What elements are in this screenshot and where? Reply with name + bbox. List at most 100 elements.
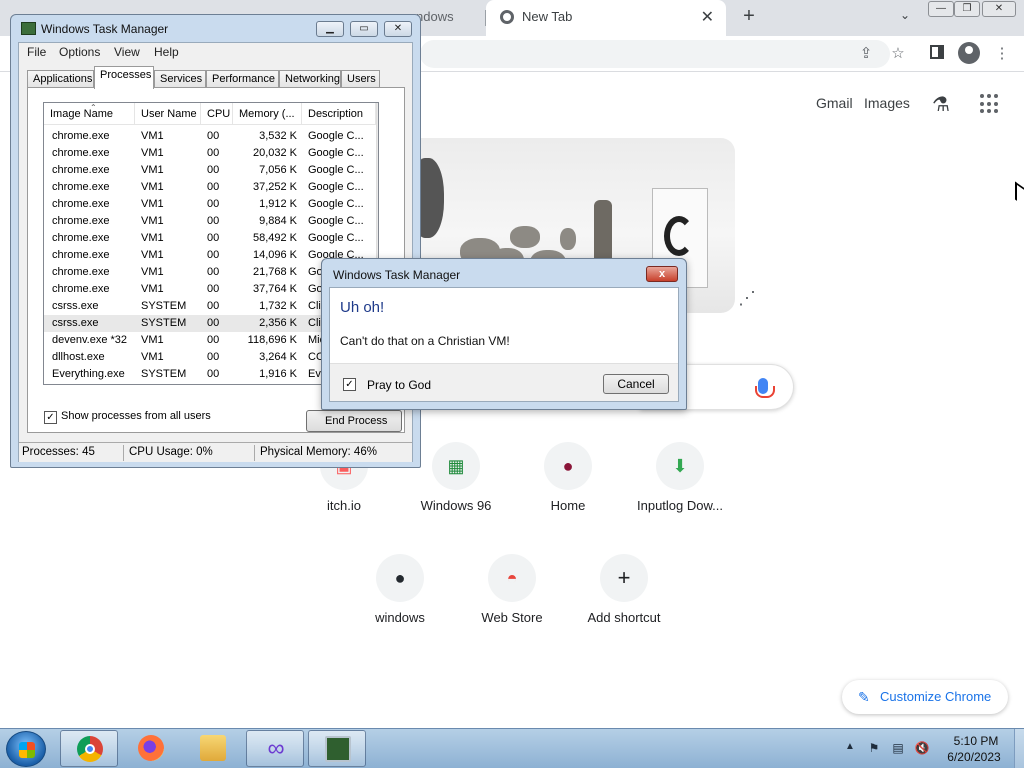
dialog-title: Windows Task Manager: [333, 268, 461, 282]
new-tab-button[interactable]: +: [738, 5, 760, 29]
network-icon[interactable]: ▤: [890, 741, 906, 756]
pray-to-god-label[interactable]: Pray to God: [367, 378, 431, 392]
dialog-content: Uh oh! Can't do that on a Christian VM! …: [329, 287, 679, 402]
tab-processes[interactable]: Processes: [94, 66, 154, 89]
tab-new-tab[interactable]: New Tab ✕: [486, 0, 726, 36]
cancel-button[interactable]: Cancel: [603, 374, 669, 394]
close-button[interactable]: ✕: [384, 21, 412, 37]
taskbar-task-manager[interactable]: [308, 730, 366, 767]
clock-date[interactable]: 6/20/2023: [940, 750, 1008, 764]
process-mem-cell: 2,356 K: [259, 317, 297, 329]
process-user-cell: SYSTEM: [141, 317, 187, 329]
process-desc-cell: Google C...: [308, 232, 364, 244]
clock-time[interactable]: 5:10 PM: [946, 734, 1006, 748]
restore-button[interactable]: ❐: [954, 1, 980, 17]
process-row[interactable]: csrss.exe SYSTEM 00 2,356 K Clie: [44, 315, 368, 332]
process-row[interactable]: chrome.exe VM1 00 3,532 K Google C...: [44, 128, 368, 145]
tab-services[interactable]: Services: [154, 70, 206, 88]
google-apps-icon[interactable]: [980, 94, 1000, 114]
minimize-button[interactable]: —: [928, 1, 954, 17]
process-mem-cell: 1,916 K: [259, 368, 297, 380]
menu-view[interactable]: View: [114, 45, 140, 59]
column-memory[interactable]: Memory (...: [233, 103, 302, 125]
column-user-name[interactable]: User Name: [135, 103, 201, 125]
process-name-cell: Everything.exe: [52, 368, 125, 380]
tab-search-button[interactable]: ⌄: [896, 8, 914, 26]
side-panel-icon[interactable]: [930, 45, 944, 59]
dialog-heading: Uh oh!: [340, 299, 385, 316]
column-cpu[interactable]: CPU: [201, 103, 233, 125]
process-row[interactable]: chrome.exe VM1 00 9,884 K Google C...: [44, 213, 368, 230]
doodle-share-icon[interactable]: ⋰: [738, 288, 756, 309]
process-row[interactable]: chrome.exe VM1 00 7,056 K Google C...: [44, 162, 368, 179]
end-process-button[interactable]: End Process: [306, 410, 402, 432]
taskbar-firefox[interactable]: [122, 730, 180, 767]
voice-search-icon[interactable]: [755, 378, 775, 398]
volume-muted-icon[interactable]: 🔇: [914, 741, 930, 756]
tab-close-icon[interactable]: ✕: [701, 7, 714, 27]
process-cpu-cell: 00: [207, 147, 220, 159]
shortcut-inputlog[interactable]: ⬇ Inputlog Dow...: [624, 442, 736, 554]
dialog-close-button[interactable]: x: [646, 266, 678, 282]
tab-users[interactable]: Users: [341, 70, 380, 88]
gmail-link[interactable]: Gmail: [816, 95, 853, 111]
process-row[interactable]: Everything.exe SYSTEM 00 1,916 K Eve: [44, 366, 368, 383]
status-divider: [123, 445, 124, 461]
action-center-flag-icon[interactable]: ⚑: [866, 741, 882, 756]
process-cpu-cell: 00: [207, 351, 220, 363]
error-dialog: Windows Task Manager x Uh oh! Can't do t…: [321, 258, 687, 410]
menu-help[interactable]: Help: [154, 45, 179, 59]
images-link[interactable]: Images: [864, 95, 910, 111]
process-row[interactable]: csrss.exe SYSTEM 00 1,732 K Clie: [44, 298, 368, 315]
shortcut-web-store[interactable]: ◓ Web Store: [456, 554, 568, 666]
chrome-menu-icon[interactable]: ⋮: [992, 44, 1012, 64]
profile-avatar-icon[interactable]: [958, 42, 980, 64]
shortcut-windows[interactable]: ● windows: [344, 554, 456, 666]
column-description[interactable]: Description: [302, 103, 376, 125]
minimize-button[interactable]: ▁: [316, 21, 344, 37]
menu-options[interactable]: Options: [59, 45, 100, 59]
status-cpu-usage: CPU Usage: 0%: [129, 446, 213, 458]
process-mem-cell: 37,764 K: [252, 283, 297, 295]
show-hidden-icons-icon[interactable]: ▲: [845, 741, 855, 752]
process-row[interactable]: chrome.exe VM1 00 37,764 K Goo: [44, 281, 368, 298]
bookmark-star-icon[interactable]: ☆: [888, 44, 908, 64]
taskbar-chrome[interactable]: [60, 730, 118, 767]
windows96-icon: ▦: [432, 442, 480, 490]
taskbar-visual-studio[interactable]: ∞: [246, 730, 304, 767]
tab-networking[interactable]: Networking: [279, 70, 341, 88]
show-all-users-checkbox[interactable]: ✓: [44, 411, 57, 424]
process-cpu-cell: 00: [207, 249, 220, 261]
show-desktop-button[interactable]: [1014, 729, 1024, 768]
process-mem-cell: 3,532 K: [259, 130, 297, 142]
start-button[interactable]: [6, 731, 46, 767]
process-user-cell: VM1: [141, 266, 164, 278]
customize-chrome-button[interactable]: ✎ Customize Chrome: [842, 680, 1008, 714]
process-row[interactable]: chrome.exe VM1 00 1,912 K Google C...: [44, 196, 368, 213]
process-user-cell: VM1: [141, 232, 164, 244]
process-row[interactable]: chrome.exe VM1 00 14,096 K Google C...: [44, 247, 368, 264]
task-manager-titlebar[interactable]: Windows Task Manager ▁ ▭ ✕: [11, 15, 420, 43]
menu-file[interactable]: File: [27, 45, 46, 59]
tab-title: New Tab: [522, 9, 573, 24]
process-row[interactable]: devenv.exe *32 VM1 00 118,696 K Mic: [44, 332, 368, 349]
shortcut-home[interactable]: ● Home: [512, 442, 624, 554]
share-icon[interactable]: ⇪: [856, 44, 876, 64]
process-name-cell: chrome.exe: [52, 249, 110, 261]
taskbar-explorer[interactable]: [184, 730, 242, 767]
process-row[interactable]: chrome.exe VM1 00 21,768 K Goo: [44, 264, 368, 281]
pray-to-god-checkbox[interactable]: ✓: [343, 378, 356, 391]
process-row[interactable]: chrome.exe VM1 00 20,032 K Google C...: [44, 145, 368, 162]
home-dots-icon: ●: [544, 442, 592, 490]
labs-flask-icon[interactable]: ⚗: [932, 92, 950, 117]
tab-applications[interactable]: Applications: [27, 70, 94, 88]
address-bar[interactable]: [420, 40, 890, 68]
add-shortcut-button[interactable]: + Add shortcut: [568, 554, 680, 666]
maximize-button[interactable]: ▭: [350, 21, 378, 37]
process-row[interactable]: chrome.exe VM1 00 37,252 K Google C...: [44, 179, 368, 196]
column-image-name[interactable]: ⌃ Image Name: [44, 103, 135, 125]
process-row[interactable]: dllhost.exe VM1 00 3,264 K CO: [44, 349, 368, 366]
process-row[interactable]: chrome.exe VM1 00 58,492 K Google C...: [44, 230, 368, 247]
tab-performance[interactable]: Performance: [206, 70, 279, 88]
close-button[interactable]: ✕: [982, 1, 1016, 17]
